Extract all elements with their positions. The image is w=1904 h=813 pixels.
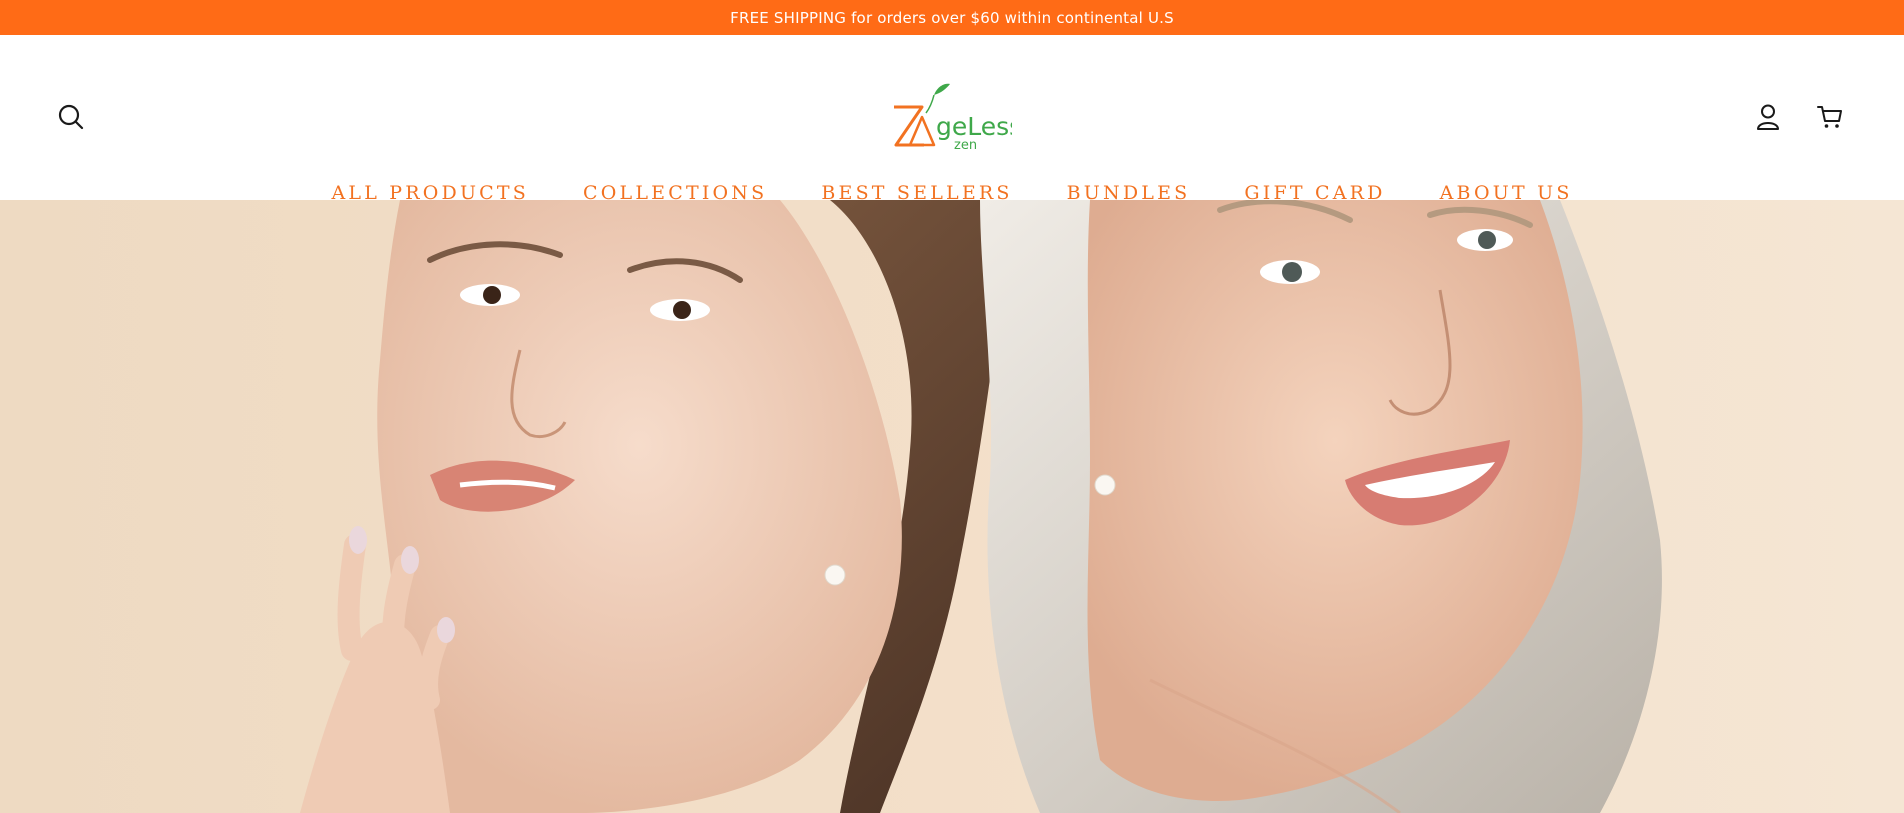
- brand-logo[interactable]: geLess zen: [888, 83, 1022, 153]
- announcement-text: FREE SHIPPING for orders over $60 within…: [730, 8, 1174, 27]
- svg-text:zen: zen: [954, 138, 977, 151]
- logo-mark: geLess zen: [894, 83, 1022, 153]
- hero-banner[interactable]: [0, 200, 1904, 813]
- search-icon: [58, 104, 84, 130]
- cart-button[interactable]: [1814, 101, 1846, 133]
- hero-image: [0, 200, 1904, 813]
- cart-icon: [1817, 106, 1842, 128]
- account-icon: [1757, 104, 1779, 130]
- site-header: geLess zen ALL PRODUCTS COLLECTIONS BEST…: [0, 35, 1904, 204]
- svg-text:geLess: geLess: [936, 112, 1012, 141]
- account-button[interactable]: [1752, 101, 1784, 133]
- announcement-bar: FREE SHIPPING for orders over $60 within…: [0, 0, 1904, 35]
- search-button[interactable]: [55, 101, 87, 133]
